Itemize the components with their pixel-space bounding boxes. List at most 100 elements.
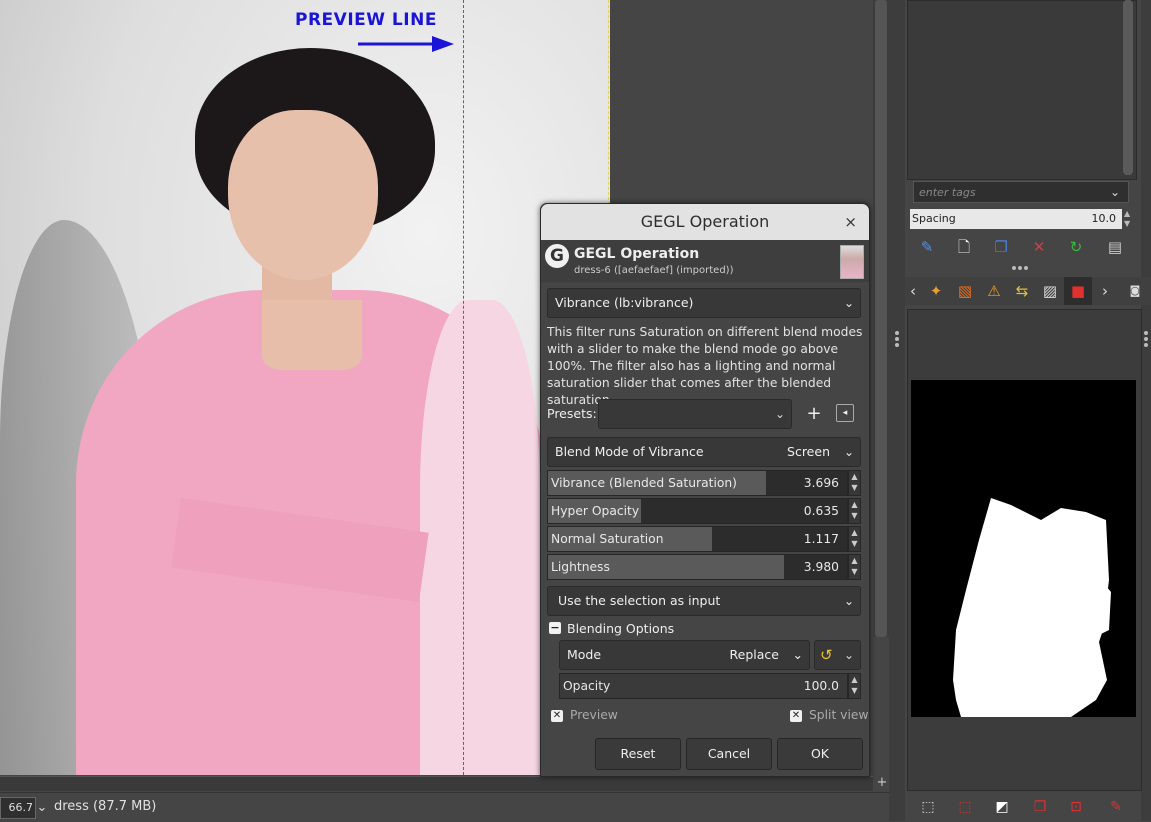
new-channel-icon[interactable]: ⊡ [1063, 794, 1089, 820]
spacing-slider[interactable]: Spacing 10.0 [910, 209, 1122, 229]
close-icon[interactable]: × [844, 204, 857, 240]
collapse-icon[interactable]: − [549, 622, 561, 634]
blending-mode-select[interactable]: Mode Replace ⌄ [559, 640, 810, 670]
selection-input-value: Use the selection as input [558, 593, 721, 608]
spacing-label: Spacing [912, 212, 956, 225]
split-view-label[interactable]: Split view [809, 708, 869, 722]
slider-stepper[interactable]: ▲ ▼ [848, 498, 861, 524]
header-title: GEGL Operation [574, 246, 700, 262]
neckline-shape [262, 300, 362, 370]
duplicate-channel-icon[interactable]: ❐ [1027, 794, 1053, 820]
chevron-down-icon: ⌄ [843, 296, 854, 310]
spacing-value: 10.0 [1091, 212, 1117, 225]
preview-split-line[interactable] [463, 0, 464, 775]
image-canvas[interactable]: PREVIEW LINE [0, 0, 610, 775]
slider-value: 0.635 [803, 504, 839, 518]
tab-images[interactable]: ▨ [1036, 277, 1064, 305]
layer-boundary [608, 0, 609, 210]
blend-mode-value: Screen [787, 444, 830, 459]
presets-menu-icon[interactable]: ◂ [836, 404, 854, 422]
blend-mode-select[interactable]: Blend Mode of Vibrance Screen ⌄ [547, 437, 861, 467]
chevron-down-icon[interactable]: ⌄ [1110, 181, 1120, 203]
slider-value: 3.696 [803, 476, 839, 490]
presets-select[interactable]: ⌄ [598, 399, 792, 429]
new-brush-icon[interactable]: 🗋 [952, 235, 976, 259]
slider-value: 1.117 [803, 532, 839, 546]
filter-description: This filter runs Saturation on different… [547, 325, 863, 407]
opacity-value: 100.0 [803, 679, 839, 693]
ok-button[interactable]: OK [777, 738, 863, 770]
delete-brush-icon[interactable]: ✕ [1027, 235, 1051, 259]
opacity-stepper[interactable]: ▲ ▼ [848, 673, 861, 699]
param-slider[interactable]: Normal Saturation 1.117 [547, 526, 848, 552]
opacity-label: Opacity [563, 679, 611, 693]
chevron-right-icon[interactable]: › [1097, 277, 1113, 305]
operation-select[interactable]: Vibrance (lb:vibrance) ⌄ [547, 288, 861, 318]
preview-checkbox[interactable]: ✕ [551, 710, 563, 722]
paint-brush-icon[interactable]: ✎ [915, 235, 939, 259]
param-slider[interactable]: Hyper Opacity 0.635 [547, 498, 848, 524]
open-as-image-icon[interactable]: ▤ [1103, 235, 1127, 259]
tags-input[interactable]: enter tags [913, 181, 1129, 203]
param-slider[interactable]: Lightness 3.980 [547, 554, 848, 580]
composite-mode-select[interactable]: ↺ ⌄ [814, 640, 861, 670]
brushes-scrollbar[interactable] [1123, 0, 1133, 175]
duplicate-brush-icon[interactable]: ❐ [989, 235, 1013, 259]
slider-stepper[interactable]: ▲ ▼ [848, 554, 861, 580]
vertical-scroll-thumb[interactable] [875, 0, 887, 637]
tab-gradients[interactable]: ▧ [951, 277, 979, 305]
face-shape [228, 110, 378, 280]
spacing-stepper[interactable]: ▲ ▼ [1124, 209, 1130, 229]
mode-label: Mode [567, 647, 602, 662]
dialog-header: G GEGL Operation dress-6 ([aefaefaef] (i… [541, 240, 869, 282]
chevron-down-icon[interactable]: ⌄ [33, 797, 51, 819]
param-slider[interactable]: Vibrance (Blended Saturation) 3.696 [547, 470, 848, 496]
reset-button[interactable]: Reset [595, 738, 681, 770]
channel-to-selection-icon[interactable]: ⬚ [952, 794, 978, 820]
chevron-down-icon: ⌄ [774, 407, 785, 421]
undo-icon: ↺ [820, 646, 833, 664]
navigate-icon[interactable]: + [875, 776, 889, 790]
mask-thumbnail [911, 380, 1136, 717]
dock-separator[interactable] [889, 0, 905, 821]
add-preset-icon[interactable]: + [803, 402, 825, 426]
chevron-left-icon[interactable]: ‹ [905, 277, 921, 305]
dock-tabs: ‹ ✦ ▧ ⚠ ⇆ ▨ ■ › ◙ [905, 277, 1151, 305]
refresh-icon[interactable]: ↻ [1064, 235, 1088, 259]
tab-warnings[interactable]: ⚠ [980, 277, 1008, 305]
slider-stepper[interactable]: ▲ ▼ [848, 526, 861, 552]
edit-channel-icon[interactable]: ✎ [1103, 794, 1129, 820]
selection-input-select[interactable]: Use the selection as input ⌄ [547, 586, 861, 616]
cancel-button[interactable]: Cancel [686, 738, 772, 770]
slider-label: Hyper Opacity [551, 504, 640, 518]
dress-preview-region [420, 300, 540, 775]
presets-label: Presets: [547, 406, 597, 421]
preview-label[interactable]: Preview [570, 708, 618, 722]
channels-toolbar: ⬚ ⬚ ◩ ❐ ⊡ ✎ [905, 794, 1151, 821]
chevron-down-icon: ⌄ [843, 594, 854, 608]
selection-icon[interactable]: ⬚ [915, 794, 941, 820]
slider-label: Vibrance (Blended Saturation) [551, 476, 737, 490]
zoom-level-field[interactable]: 66.7 % [0, 797, 36, 819]
brushes-list[interactable] [907, 0, 1137, 180]
tab-tool-options[interactable]: ✦ [922, 277, 950, 305]
image-info-label: dress (87.7 MB) [54, 799, 157, 814]
opacity-slider[interactable]: Opacity 100.0 [559, 673, 848, 699]
slider-stepper[interactable]: ▲ ▼ [848, 470, 861, 496]
tab-undo-history[interactable]: ⇆ [1008, 277, 1036, 305]
brushes-toolbar: ✎ 🗋 ❐ ✕ ↻ ▤ [913, 235, 1135, 259]
split-view-checkbox[interactable]: ✕ [790, 710, 802, 722]
tab-channels[interactable]: ■ [1064, 277, 1092, 305]
arrow-right-icon [358, 36, 454, 52]
quick-mask-icon[interactable]: ◩ [989, 794, 1015, 820]
blend-mode-label: Blend Mode of Vibrance [555, 444, 704, 459]
dialog-titlebar[interactable]: GEGL Operation × [541, 204, 869, 240]
canvas-horizontal-scrollbar[interactable] [0, 776, 873, 791]
header-subtitle: dress-6 ([aefaefaef] (imported)) [574, 265, 734, 276]
blending-options-label[interactable]: Blending Options [567, 621, 674, 636]
chevron-down-icon: ⌄ [843, 648, 854, 662]
tab-menu-icon[interactable]: ◙ [1121, 277, 1149, 305]
dock-separator-right[interactable] [1141, 0, 1151, 821]
slider-label: Lightness [551, 560, 610, 574]
image-thumbnail [840, 245, 864, 279]
